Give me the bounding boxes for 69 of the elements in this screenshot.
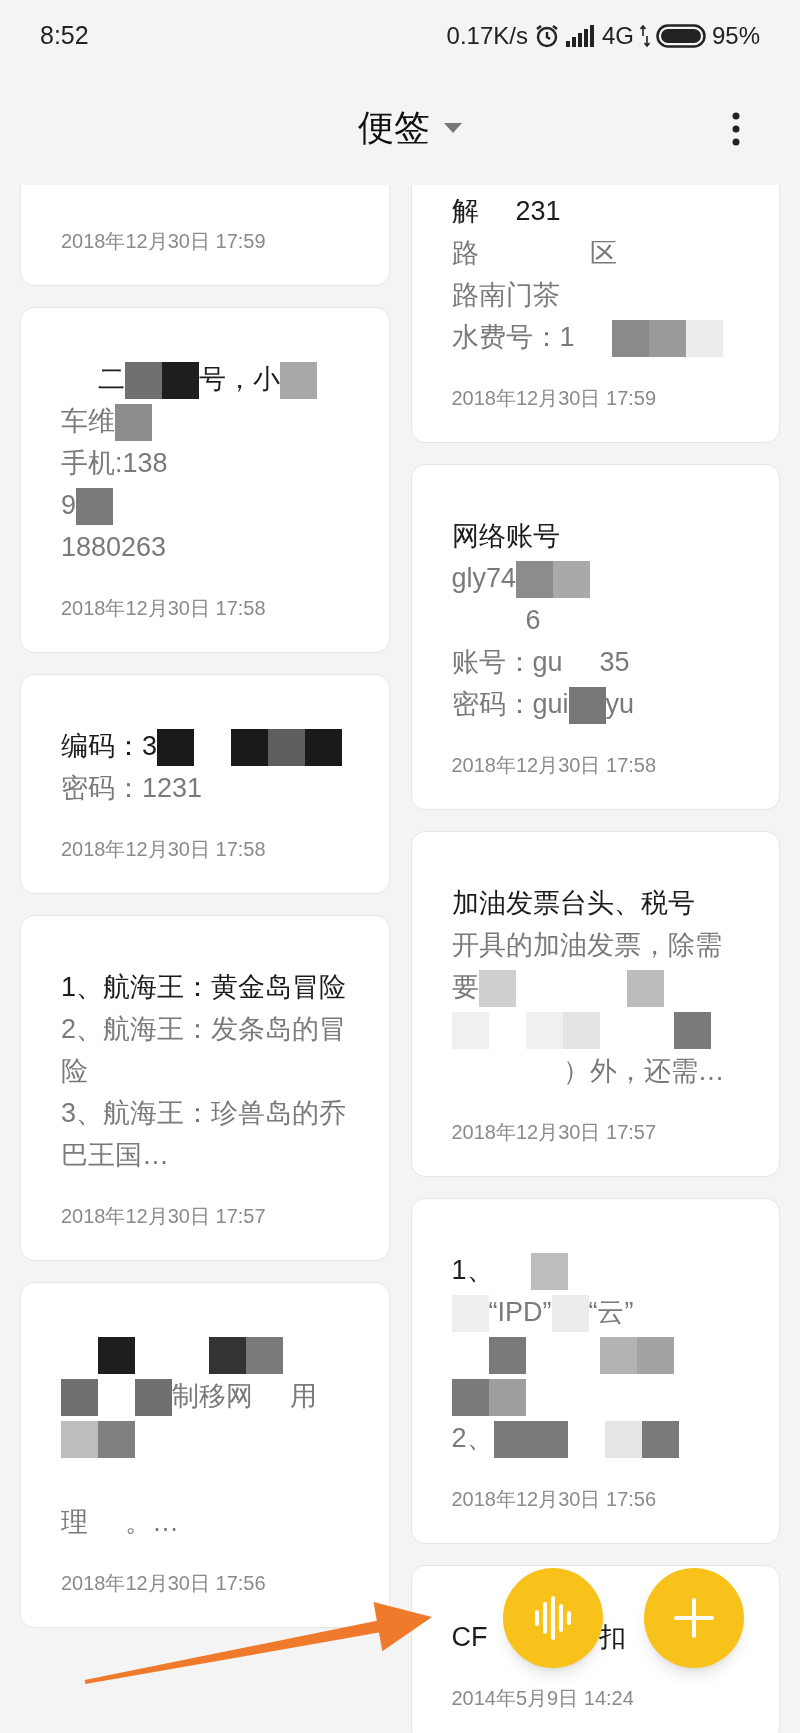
- battery-icon: [655, 24, 706, 48]
- note-date: 2018年12月30日 17:57: [451, 1120, 658, 1145]
- sound-wave-icon: [533, 1596, 573, 1640]
- note-card[interactable]: 解 231 路 区 路南门茶 水费号：1 2018年12月30日 17:59: [410, 185, 780, 443]
- note-text: 1、航海王：黄金岛冒险: [61, 972, 347, 1002]
- status-time: 8:52: [40, 20, 89, 52]
- note-text: CF: [451, 1622, 488, 1652]
- note-card[interactable]: 网络账号 gly74 6 账号：gu 35 密码：gui yu 2018年12月30日 17:58: [410, 464, 780, 810]
- note-text: 水费号：1: [451, 322, 575, 352]
- note-text: 账号：gu: [451, 647, 563, 677]
- note-card[interactable]: 加油发票台头、税号 开具的加油发票，除需 要 ）外，还需… 2018年12月30日 17:57: [410, 831, 780, 1177]
- note-text: 区: [589, 238, 617, 268]
- plus-icon: [674, 1598, 714, 1638]
- note-card[interactable]: 编码：3 密码：1231 2018年12月30日 17:58: [20, 674, 390, 894]
- note-text: 路: [451, 238, 479, 268]
- note-date: 2018年12月30日 17:58: [451, 753, 658, 778]
- note-text: 密码：1231: [61, 773, 203, 803]
- network-type: 4G: [601, 21, 634, 51]
- note-card[interactable]: 1、航海王：黄金岛冒险 2、航海王：发条岛的冒险 3、航海王：珍兽岛的乔巴王国… 2018年12月30日 17:57: [20, 915, 390, 1261]
- note-text: “云”: [588, 1297, 634, 1327]
- note-text: 。…: [125, 1507, 179, 1537]
- note-text: 二: [98, 364, 125, 394]
- note-text: 1880263: [61, 532, 167, 562]
- note-text: 231: [515, 196, 561, 226]
- note-text: 2、: [451, 1423, 494, 1453]
- note-text: gly74: [451, 563, 517, 593]
- note-date: 2018年12月30日 17:56: [451, 1487, 658, 1512]
- signal-icon: [565, 25, 596, 47]
- title-dropdown[interactable]: 便签: [358, 100, 462, 155]
- note-text: yu: [605, 689, 635, 719]
- more-menu-icon[interactable]: [732, 112, 740, 146]
- note-card[interactable]: 2018年12月30日 17:59: [20, 185, 390, 286]
- note-text: ）外，还需…: [562, 1056, 725, 1086]
- note-date: 2018年12月30日 17:59: [451, 386, 658, 411]
- note-text: 路南门茶: [451, 280, 560, 310]
- note-text: “IPD”: [488, 1297, 552, 1327]
- note-text: 编码：3: [61, 731, 158, 761]
- note-text: 2、航海王：发条岛的冒险: [61, 1014, 347, 1086]
- note-text: 制移网: [172, 1381, 253, 1411]
- note-text: 解: [451, 196, 479, 226]
- note-text: 35: [599, 647, 630, 677]
- note-text: 密码：gui: [451, 689, 569, 719]
- note-date: 2014年5月9日 14:24: [451, 1686, 635, 1711]
- note-text: 3、航海王：珍兽岛的乔巴王国…: [61, 1098, 347, 1170]
- note-card[interactable]: 制移网 用 理 。… 2018年12月30日 17:56: [20, 1282, 390, 1628]
- note-date: 2018年12月30日 17:58: [61, 596, 267, 621]
- note-text: 6: [525, 605, 541, 635]
- note-date: 2018年12月30日 17:57: [61, 1204, 267, 1229]
- note-text: 开具的加油发票，除需: [451, 930, 722, 960]
- note-text: 网络账号: [451, 521, 560, 551]
- note-text: 扣: [598, 1622, 626, 1652]
- note-text: 理: [61, 1507, 88, 1537]
- note-text: 号，小: [199, 364, 280, 394]
- note-text: 手机:138: [61, 448, 168, 478]
- note-text: 用: [290, 1381, 317, 1411]
- note-text: 1、: [451, 1255, 494, 1285]
- battery-percent: 95%: [711, 21, 760, 51]
- note-text: 加油发票台头、税号: [451, 888, 695, 918]
- note-card[interactable]: 二 号，小 车维 手机:138 9 1880263 2018年12月30日 17:58: [20, 307, 390, 653]
- note-text: 要: [451, 972, 479, 1002]
- note-card[interactable]: 1、 “IPD” “云” 2、 2018年12月30日 17:56: [410, 1198, 780, 1544]
- note-text: 9: [61, 490, 77, 520]
- caret-icon: [444, 122, 462, 133]
- note-text: 车维: [61, 406, 115, 436]
- note-date: 2018年12月30日 17:58: [61, 837, 267, 862]
- note-date: 2018年12月30日 17:59: [61, 229, 267, 254]
- network-speed: 0.17K/s: [446, 21, 528, 51]
- data-arrows-icon: [639, 24, 650, 48]
- note-date: 2018年12月30日 17:56: [61, 1571, 267, 1596]
